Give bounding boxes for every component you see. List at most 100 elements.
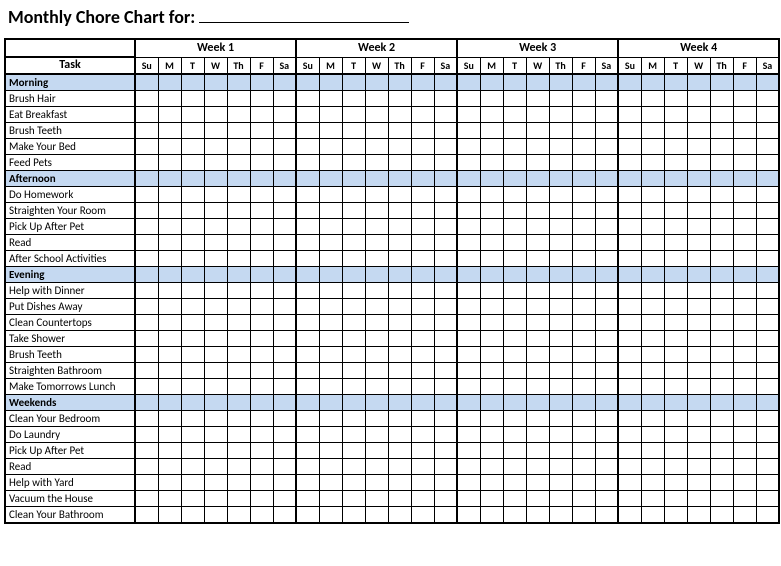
section-day-cell (273, 395, 296, 411)
task-day-cell (181, 379, 204, 395)
task-day-cell (158, 299, 181, 315)
task-day-cell (664, 427, 687, 443)
task-day-cell (503, 299, 526, 315)
task-day-cell (480, 219, 503, 235)
task-day-cell (227, 235, 250, 251)
task-day-cell (572, 363, 595, 379)
task-day-cell (526, 363, 549, 379)
section-day-cell (526, 74, 549, 91)
task-day-cell (664, 107, 687, 123)
task-day-cell (526, 347, 549, 363)
section-day-cell (342, 171, 365, 187)
task-day-cell (227, 123, 250, 139)
task-day-cell (204, 139, 227, 155)
task-day-cell (503, 331, 526, 347)
task-day-cell (411, 251, 434, 267)
task-day-cell (411, 459, 434, 475)
task-day-cell (135, 491, 158, 507)
task-label: Help with Yard (5, 475, 135, 491)
task-day-cell (595, 139, 618, 155)
task-day-cell (388, 411, 411, 427)
task-day-cell (641, 299, 664, 315)
task-day-cell (457, 459, 480, 475)
day-header: M (158, 57, 181, 74)
task-day-cell (250, 459, 273, 475)
section-day-cell (526, 267, 549, 283)
task-day-cell (273, 91, 296, 107)
task-day-cell (687, 411, 710, 427)
task-day-cell (273, 203, 296, 219)
task-day-cell (756, 443, 779, 459)
task-day-cell (641, 411, 664, 427)
section-day-cell (135, 171, 158, 187)
task-day-cell (204, 155, 227, 171)
task-day-cell (710, 123, 733, 139)
task-day-cell (572, 107, 595, 123)
section-day-cell (434, 171, 457, 187)
task-day-cell (365, 283, 388, 299)
task-day-cell (204, 507, 227, 524)
task-day-cell (733, 107, 756, 123)
task-day-cell (365, 363, 388, 379)
task-day-cell (135, 315, 158, 331)
task-day-cell (480, 427, 503, 443)
task-day-cell (434, 363, 457, 379)
task-day-cell (250, 331, 273, 347)
section-header: Morning (5, 74, 135, 91)
task-day-cell (710, 155, 733, 171)
task-day-cell (710, 91, 733, 107)
task-day-cell (595, 235, 618, 251)
task-day-cell (319, 219, 342, 235)
section-day-cell (434, 74, 457, 91)
task-day-cell (710, 107, 733, 123)
task-label: Pick Up After Pet (5, 443, 135, 459)
section-day-cell (273, 171, 296, 187)
task-day-cell (549, 331, 572, 347)
section-day-cell (388, 267, 411, 283)
day-header: M (319, 57, 342, 74)
task-day-cell (158, 91, 181, 107)
task-day-cell (342, 235, 365, 251)
task-day-cell (641, 139, 664, 155)
task-day-cell (204, 427, 227, 443)
task-day-cell (342, 139, 365, 155)
task-day-cell (503, 347, 526, 363)
task-day-cell (526, 331, 549, 347)
task-day-cell (388, 187, 411, 203)
task-day-cell (434, 491, 457, 507)
task-day-cell (457, 491, 480, 507)
section-day-cell (250, 171, 273, 187)
task-day-cell (595, 459, 618, 475)
task-day-cell (434, 475, 457, 491)
task-day-cell (549, 251, 572, 267)
task-day-cell (434, 107, 457, 123)
task-day-cell (480, 283, 503, 299)
task-day-cell (503, 251, 526, 267)
task-day-cell (365, 203, 388, 219)
task-day-cell (411, 363, 434, 379)
task-day-cell (204, 315, 227, 331)
section-day-cell (158, 74, 181, 91)
task-day-cell (365, 459, 388, 475)
section-day-cell (710, 267, 733, 283)
task-day-cell (733, 219, 756, 235)
task-day-cell (526, 283, 549, 299)
task-label: Clean Your Bathroom (5, 507, 135, 524)
task-day-cell (411, 139, 434, 155)
task-day-cell (158, 187, 181, 203)
section-day-cell (135, 395, 158, 411)
task-day-cell (273, 155, 296, 171)
task-day-cell (434, 427, 457, 443)
task-label: Clean Your Bedroom (5, 411, 135, 427)
task-day-cell (273, 411, 296, 427)
task-day-cell (480, 411, 503, 427)
task-day-cell (135, 379, 158, 395)
task-day-cell (572, 379, 595, 395)
task-day-cell (342, 475, 365, 491)
task-day-cell (503, 443, 526, 459)
section-day-cell (319, 395, 342, 411)
section-day-cell (503, 171, 526, 187)
task-day-cell (342, 219, 365, 235)
task-day-cell (549, 491, 572, 507)
task-day-cell (135, 443, 158, 459)
